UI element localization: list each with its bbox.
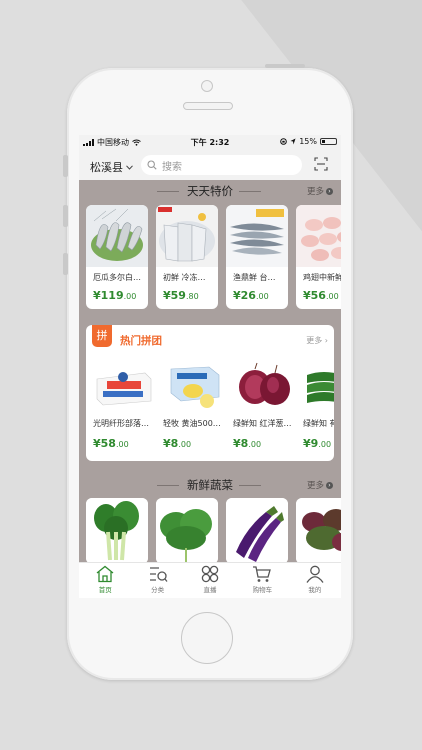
divider	[239, 485, 261, 486]
veg-card[interactable]	[226, 498, 288, 564]
red-onion-image	[233, 355, 295, 415]
volume-down-button	[63, 253, 68, 275]
volume-up-button	[63, 205, 68, 227]
live-icon	[201, 565, 219, 583]
product-name: 轻牧 黄油500…	[163, 419, 221, 428]
location-arrow-icon	[290, 138, 296, 145]
red-amaranth-image	[296, 498, 341, 564]
product-name: 厄瓜多尔白…	[93, 273, 141, 282]
product-price: ¥56.00	[303, 289, 339, 302]
product-price: ¥26.00	[233, 289, 269, 302]
bottom-tab-bar: 首页 分类 直播 购物车 我的	[79, 562, 341, 598]
product-price: ¥119.00	[93, 289, 137, 302]
group-buy-panel: 拼 热门拼团 更多 › 光明纤形部落… ¥58.00 轻牧 黄油500… ¥8.…	[86, 325, 334, 461]
chevron-down-icon	[126, 164, 133, 170]
group-product-card[interactable]: 轻牧 黄油500… ¥8.00	[163, 355, 225, 450]
product-price: ¥8.00	[233, 437, 262, 450]
group-buy-title: 热门拼团	[120, 335, 162, 347]
product-price: ¥8.00	[163, 437, 192, 450]
product-name: 光明纤形部落…	[93, 419, 149, 428]
product-name: 渔鼎鲜 台…	[233, 273, 276, 282]
fish-fillet-image	[156, 205, 218, 267]
tab-live[interactable]: 直播	[184, 563, 236, 598]
product-card[interactable]: 厄瓜多尔白… ¥119.00	[86, 205, 148, 309]
earpiece-speaker	[183, 102, 233, 110]
profile-icon	[306, 565, 324, 583]
product-price: ¥58.00	[93, 437, 129, 450]
app-screen: 中国移动 下午 2:32 15% 松溪县 搜索 天天特价 更多 › 厄瓜多尔白……	[79, 135, 341, 598]
daily-special-header: 天天特价 更多 ›	[79, 181, 341, 199]
battery-percent: 15%	[299, 137, 317, 146]
tab-category[interactable]: 分类	[131, 563, 183, 598]
product-card[interactable]: 初鲜 冷冻… ¥59.80	[156, 205, 218, 309]
fresh-veg-list	[86, 498, 341, 564]
butter-box-image	[163, 355, 225, 415]
mute-switch	[63, 155, 68, 177]
tab-label: 购物车	[252, 586, 273, 594]
cart-icon	[253, 566, 272, 582]
rotation-lock-icon	[280, 138, 288, 145]
fresh-veg-more-link[interactable]: 更多 ›	[307, 479, 333, 491]
eggplant-image	[226, 498, 288, 564]
chicken-wing-image	[296, 205, 341, 267]
arrow-right-icon: ›	[326, 481, 333, 489]
tab-cart[interactable]: 购物车	[236, 563, 288, 598]
daily-special-more-link[interactable]: 更多 ›	[307, 185, 333, 197]
shrimp-image	[86, 205, 148, 267]
daily-special-list: 厄瓜多尔白… ¥119.00 初鲜 冷冻… ¥59.80 渔鼎鲜 台… ¥26.…	[86, 205, 341, 309]
milk-carton-image	[93, 355, 155, 415]
daily-special-title: 天天特价	[187, 184, 233, 198]
tab-label: 我的	[308, 586, 322, 594]
leafy-greens-image	[156, 498, 218, 564]
battery-icon	[320, 138, 337, 145]
location-selector[interactable]: 松溪县	[90, 159, 133, 175]
divider	[239, 191, 261, 192]
tab-home[interactable]: 首页	[79, 563, 131, 598]
group-product-card[interactable]: 绿鲜知 红洋葱… ¥8.00	[233, 355, 295, 450]
group-badge: 拼	[92, 325, 112, 347]
app-header: 松溪县 搜索	[79, 150, 341, 180]
tab-label: 直播	[203, 586, 217, 594]
arrow-right-icon: ›	[326, 187, 333, 195]
product-name: 绿鲜知 红洋葱…	[233, 419, 292, 428]
more-label: 更多	[306, 481, 324, 491]
power-button	[265, 64, 305, 68]
tab-profile[interactable]: 我的	[289, 563, 341, 598]
cucumber-image	[303, 355, 334, 415]
scan-icon[interactable]	[314, 157, 328, 171]
product-name: 初鲜 冷冻…	[163, 273, 206, 282]
more-label: 更多	[306, 187, 324, 197]
fresh-veg-header: 新鲜蔬菜 更多 ›	[79, 475, 341, 493]
fresh-veg-title: 新鲜蔬菜	[187, 478, 233, 492]
home-icon	[96, 565, 114, 583]
veg-card[interactable]	[156, 498, 218, 564]
veg-card[interactable]	[296, 498, 341, 564]
location-label: 松溪县	[90, 161, 123, 174]
home-button[interactable]	[181, 612, 233, 664]
saury-fish-image	[226, 205, 288, 267]
search-icon	[147, 160, 157, 170]
product-price: ¥9.00	[303, 437, 332, 450]
bok-choy-image	[86, 498, 148, 564]
product-name: 鸡翅中新鲜	[303, 273, 341, 282]
more-label: 更多	[306, 336, 323, 345]
product-card[interactable]: 渔鼎鲜 台… ¥26.00	[226, 205, 288, 309]
status-bar: 中国移动 下午 2:32 15%	[79, 135, 341, 150]
category-icon	[149, 567, 168, 582]
group-buy-more-link[interactable]: 更多 ›	[306, 335, 328, 346]
product-card[interactable]: 鸡翅中新鲜 ¥56.00	[296, 205, 341, 309]
search-bar[interactable]: 搜索	[141, 155, 302, 175]
veg-card[interactable]	[86, 498, 148, 564]
tab-label: 分类	[151, 586, 165, 594]
group-product-card[interactable]: 绿鲜知 有 ¥9.00	[303, 355, 334, 450]
product-name: 绿鲜知 有	[303, 419, 334, 428]
search-placeholder: 搜索	[162, 161, 182, 173]
tab-label: 首页	[98, 586, 112, 594]
front-camera	[201, 80, 213, 92]
product-price: ¥59.80	[163, 289, 199, 302]
group-product-card[interactable]: 光明纤形部落… ¥58.00	[93, 355, 155, 450]
